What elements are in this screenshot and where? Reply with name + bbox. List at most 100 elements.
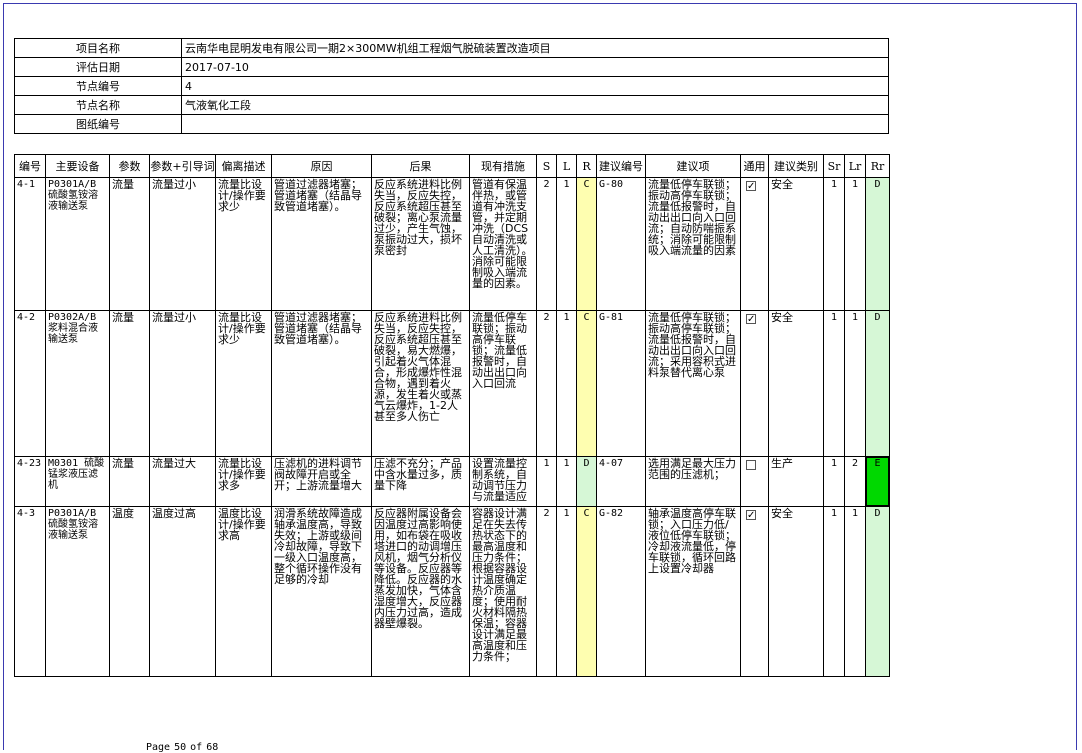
cell-id: 4-1 <box>14 177 46 311</box>
of-word: of <box>190 742 203 753</box>
cell-category: 安全 <box>768 506 824 677</box>
cell-sr: 1 <box>823 456 845 507</box>
cell-general <box>740 456 769 507</box>
cell-consequence: 反应系统进料比例失当，反应失控，反应系统超压甚至破裂；离心泵流量过少，产生气蚀，… <box>371 177 470 311</box>
cell-cause: 管道过滤器堵塞；管道堵塞（结晶导致管道堵塞）。 <box>271 177 372 311</box>
cell-r: C <box>576 506 597 677</box>
column-header: 编号 <box>14 154 46 178</box>
column-header: 参数 <box>109 154 150 178</box>
cell-consequence: 反应系统进料比例失当，反应失控，反应系统超压甚至破裂，易大燃爆，引起着火气体混合… <box>371 310 470 457</box>
column-header: 参数+引导词 <box>149 154 216 178</box>
column-header: 建议类别 <box>768 154 824 178</box>
cell-deviation: 流量比设计/操作要求少 <box>215 310 272 457</box>
cell-lr: 2 <box>844 456 866 507</box>
cell-l: 1 <box>556 506 577 677</box>
cell-r: C <box>576 177 597 311</box>
info-row: 图纸编号 <box>14 114 889 134</box>
column-header: 后果 <box>371 154 470 178</box>
cell-sr: 1 <box>823 310 845 457</box>
cell-general: ✓ <box>740 177 769 311</box>
cell-measures: 管道有保温伴热，或管道有冲洗支管，并定期冲洗（DCS自动清洗或人工清洗）。消除可… <box>469 177 537 311</box>
cell-l: 1 <box>556 177 577 311</box>
info-value: 云南华电昆明发电有限公司一期2×300MW机组工程烟气脱硫装置改造项目 <box>181 38 889 58</box>
general-checkbox[interactable]: ✓ <box>746 314 756 325</box>
cell-recommendation: 流量低停车联锁；振动高停车联锁；流量低报警时，自动出出口向入口回流；自动防喘振系… <box>645 177 741 311</box>
column-header: 原因 <box>271 154 372 178</box>
page-word: Page <box>146 742 171 753</box>
cell-sr: 1 <box>823 506 845 677</box>
info-row: 评估日期 2017-07-10 <box>14 57 889 77</box>
general-checkbox[interactable]: ✓ <box>746 181 756 192</box>
cell-rec-no: G-80 <box>596 177 646 311</box>
cell-deviation: 温度比设计/操作要求高 <box>215 506 272 677</box>
project-info-table: 项目名称 云南华电昆明发电有限公司一期2×300MW机组工程烟气脱硫装置改造项目评… <box>14 38 889 134</box>
info-value <box>181 114 889 134</box>
column-header: Rr <box>865 154 890 178</box>
cell-param: 流量 <box>109 177 150 311</box>
column-header: 主要设备 <box>45 154 110 178</box>
cell-deviation: 流量比设计/操作要求多 <box>215 456 272 507</box>
column-header: L <box>556 154 577 178</box>
cell-lr: 1 <box>844 310 866 457</box>
cell-equipment: P0301A/B 硫酸氢铵溶液输送泵 <box>45 177 110 311</box>
cell-s: 1 <box>536 456 557 507</box>
info-row: 节点编号 4 <box>14 76 889 96</box>
column-header: 建议项 <box>645 154 741 178</box>
cell-id: 4-23 <box>14 456 46 507</box>
cell-param: 流量 <box>109 456 150 507</box>
cell-category: 生产 <box>768 456 824 507</box>
info-label: 节点名称 <box>14 95 182 115</box>
info-value: 4 <box>181 76 889 96</box>
report-page: 项目名称 云南华电昆明发电有限公司一期2×300MW机组工程烟气脱硫装置改造项目评… <box>3 3 1077 753</box>
cell-rr: D <box>865 506 890 677</box>
cell-param-guide: 流量过大 <box>149 456 216 507</box>
cell-rr: E <box>865 456 890 507</box>
cell-general: ✓ <box>740 310 769 457</box>
cell-equipment: M0301 硫酸锰浆液压滤机 <box>45 456 110 507</box>
info-value: 2017-07-10 <box>181 57 889 77</box>
info-row: 节点名称 气液氧化工段 <box>14 95 889 115</box>
cell-cause: 压滤机的进料调节阀故障开启或全开；上游流量增大 <box>271 456 372 507</box>
cell-id: 4-3 <box>14 506 46 677</box>
page-number: 50 <box>174 742 187 753</box>
table-row: 4-23 M0301 硫酸锰浆液压滤机 流量 流量过大 流量比设计/操作要求多 压滤机的进… <box>14 456 890 507</box>
hazop-worksheet-table: 编号 主要设备 参数 参数+引导词 偏离描述 原因 后果 现有措施 S L R 建议编号 建议项 通用 建议… <box>14 154 890 677</box>
cell-consequence: 反应器附属设备会因温度过高影响使用，如布袋在吸收塔进口的动调增压风机，烟气分析仪… <box>371 506 470 677</box>
cell-param: 温度 <box>109 506 150 677</box>
cell-rec-no: 4-07 <box>596 456 646 507</box>
cell-consequence: 压滤不充分；产品中含水量过多，质量下降 <box>371 456 470 507</box>
cell-equipment: P0302A/B 浆料混合液输送泵 <box>45 310 110 457</box>
column-header: 偏离描述 <box>215 154 272 178</box>
general-checkbox[interactable] <box>746 460 756 470</box>
cell-sr: 1 <box>823 177 845 311</box>
cell-category: 安全 <box>768 177 824 311</box>
cell-measures: 流量低停车联锁；振动高停车联锁；流量低报警时，自动出出口向入口回流 <box>469 310 537 457</box>
cell-rr: D <box>865 310 890 457</box>
cell-deviation: 流量比设计/操作要求少 <box>215 177 272 311</box>
page-footer: Page 50 of 68 <box>146 742 222 753</box>
cell-param-guide: 温度过高 <box>149 506 216 677</box>
table-row: 4-2 P0302A/B 浆料混合液输送泵 流量 流量过小 流量比设计/操作要求少 管道过… <box>14 310 890 457</box>
info-label: 节点编号 <box>14 76 182 96</box>
cell-lr: 1 <box>844 177 866 311</box>
cell-equipment: P0301A/B 硫酸氢铵溶液输送泵 <box>45 506 110 677</box>
column-header: Lr <box>844 154 866 178</box>
cell-measures: 设置流量控制系统，自动调节压力与流量适应 <box>469 456 537 507</box>
column-header: 现有措施 <box>469 154 537 178</box>
cell-r: C <box>576 310 597 457</box>
cell-s: 2 <box>536 310 557 457</box>
general-checkbox[interactable]: ✓ <box>746 510 756 521</box>
cell-id: 4-2 <box>14 310 46 457</box>
cell-recommendation: 轴承温度高停车联锁；入口压力低/液位低停车联锁；冷却液流量低，停车联锁，循环回路… <box>645 506 741 677</box>
cell-param: 流量 <box>109 310 150 457</box>
column-header: Sr <box>823 154 845 178</box>
cell-l: 1 <box>556 310 577 457</box>
cell-s: 2 <box>536 506 557 677</box>
table-row: 4-3 P0301A/B 硫酸氢铵溶液输送泵 温度 温度过高 温度比设计/操作要求高 润滑… <box>14 506 890 677</box>
column-header: 建议编号 <box>596 154 646 178</box>
table-row: 4-1 P0301A/B 硫酸氢铵溶液输送泵 流量 流量过小 流量比设计/操作要求少 管道… <box>14 177 890 311</box>
cell-general: ✓ <box>740 506 769 677</box>
page-total: 68 <box>206 742 219 753</box>
info-label: 项目名称 <box>14 38 182 58</box>
info-label: 评估日期 <box>14 57 182 77</box>
